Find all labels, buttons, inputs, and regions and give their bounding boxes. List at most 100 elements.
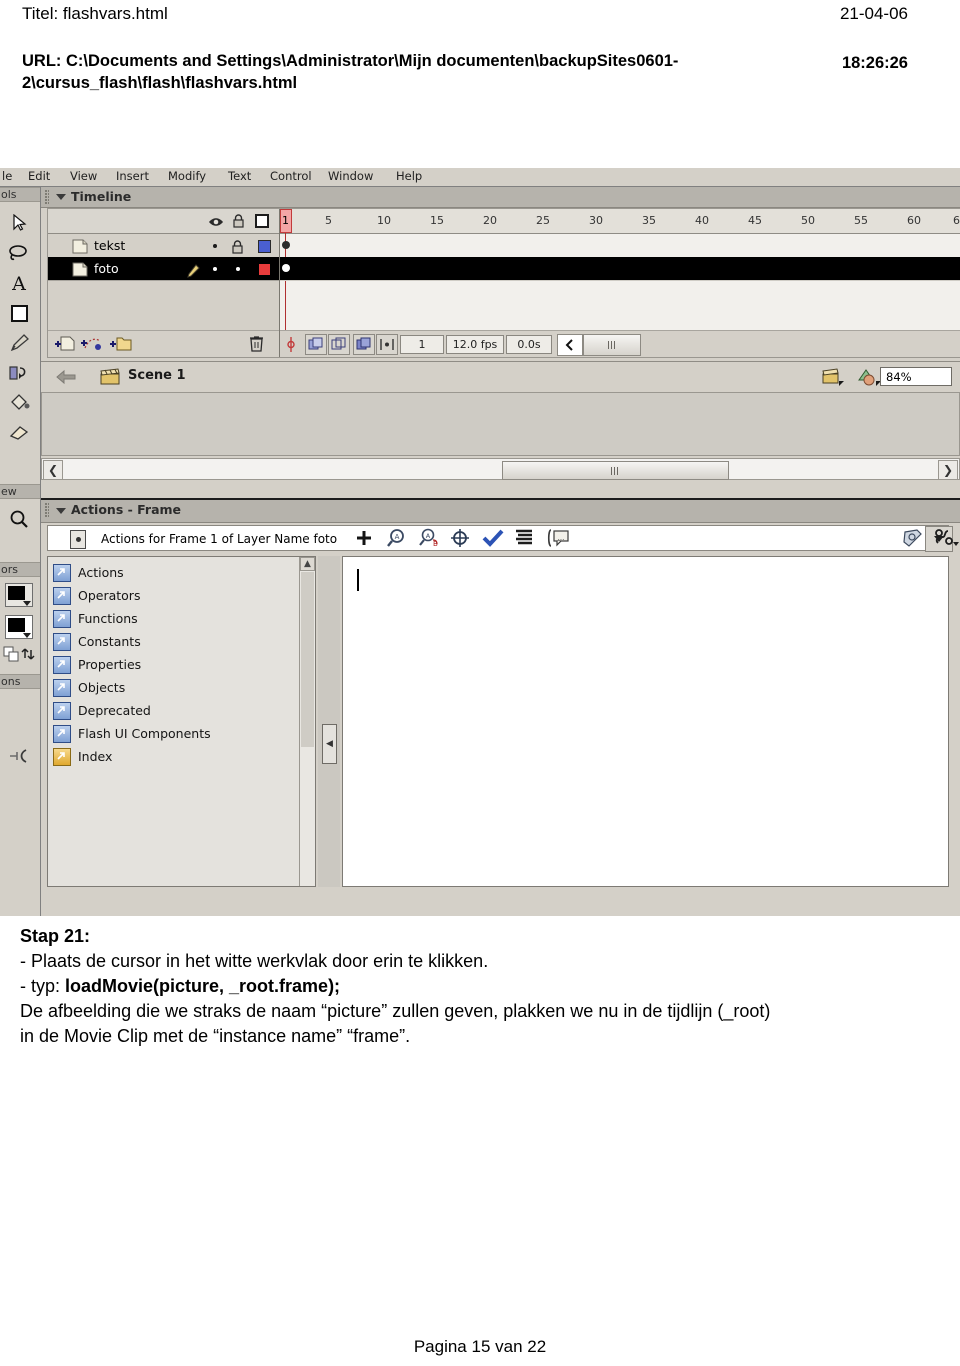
swap-colors-icon[interactable]	[19, 643, 37, 665]
timeline-panel-title-bar[interactable]: Timeline	[41, 187, 960, 208]
edit-multiple-frames-icon[interactable]	[353, 334, 375, 355]
actions-panel-title-bar[interactable]: Actions - Frame	[41, 500, 960, 523]
scroll-left-arrow-icon[interactable]: ❮	[43, 460, 63, 480]
modify-onion-markers-icon[interactable]	[376, 334, 398, 355]
fill-color-swatch[interactable]	[5, 615, 33, 639]
check-syntax-icon[interactable]	[482, 528, 504, 552]
center-frame-icon[interactable]	[285, 336, 297, 357]
layer-lock-dot[interactable]	[236, 267, 240, 271]
ink-bottle-tool[interactable]	[4, 359, 34, 387]
panel-grip-icon[interactable]	[45, 190, 49, 204]
add-motion-guide-icon[interactable]	[81, 335, 103, 356]
lock-icon[interactable]	[232, 213, 245, 232]
scene-label[interactable]: Scene 1	[128, 368, 186, 383]
hscroll-thumb[interactable]	[502, 461, 729, 480]
fps-field[interactable]: 12.0 fps	[446, 335, 504, 354]
tree-item-constants[interactable]: Constants	[50, 630, 298, 653]
layer-outline-color-foto[interactable]	[258, 263, 271, 276]
menu-item-insert[interactable]: Insert	[116, 169, 149, 183]
text-tool[interactable]: A	[4, 269, 34, 297]
tree-item-flash-ui-components[interactable]: Flash UI Components	[50, 722, 298, 745]
outline-icon[interactable]	[255, 213, 269, 232]
tree-item-deprecated[interactable]: Deprecated	[50, 699, 298, 722]
arrow-tool[interactable]	[4, 209, 34, 237]
frame-ruler[interactable]: 1 5 10 15 20 25 30 35 40 45 50 55 60 65	[280, 209, 960, 234]
lasso-tool[interactable]	[4, 239, 34, 267]
eye-icon[interactable]	[208, 213, 224, 232]
timeline-scroll-thumb[interactable]	[583, 334, 641, 356]
edit-scene-icon[interactable]	[821, 368, 845, 391]
menu-item-text[interactable]: Text	[228, 169, 251, 183]
layer-row-tekst[interactable]: tekst	[48, 234, 279, 258]
frame-row-foto[interactable]	[280, 257, 960, 281]
instruction-line-3: De afbeelding die we straks de naam “pic…	[20, 1001, 771, 1021]
brush-tool[interactable]	[4, 329, 34, 357]
panel-splitter[interactable]: ◀	[318, 556, 340, 887]
current-frame-field[interactable]: 1	[400, 335, 444, 354]
scroll-left-button[interactable]	[557, 334, 583, 356]
add-statement-icon[interactable]	[354, 528, 374, 552]
insert-layer-icon[interactable]	[55, 335, 75, 356]
auto-format-icon[interactable]	[514, 528, 534, 552]
reference-icon[interactable]	[902, 528, 924, 552]
chevron-down-icon[interactable]	[56, 194, 66, 200]
zoom-level-field[interactable]: 84%	[880, 367, 952, 386]
folder-arrow-icon	[53, 610, 71, 628]
tools-panel-title: ols	[0, 187, 40, 202]
zoom-tool[interactable]	[4, 505, 34, 533]
document-title: Titel: flashvars.html	[22, 4, 168, 23]
layer-outline-color-tekst[interactable]	[258, 240, 271, 253]
onion-skin-icon[interactable]	[305, 334, 327, 355]
onion-skin-outlines-icon[interactable]	[328, 334, 350, 355]
menu-item-modify[interactable]: Modify	[168, 169, 206, 183]
toolbox-vertical-scrollbar[interactable]: ▲	[299, 557, 315, 886]
tree-item-actions[interactable]: Actions	[50, 561, 298, 584]
stroke-color-swatch[interactable]	[5, 583, 33, 607]
stage-horizontal-scrollbar[interactable]: ❮ ❯	[41, 458, 960, 480]
tree-item-properties[interactable]: Properties	[50, 653, 298, 676]
folder-arrow-icon	[53, 702, 71, 720]
menu-item-control[interactable]: Control	[270, 169, 312, 183]
find-icon[interactable]: A	[386, 528, 408, 552]
actions-toolbar: A AB ...	[342, 526, 959, 554]
find-replace-icon[interactable]: AB	[418, 528, 442, 552]
smooth-option-icon[interactable]	[4, 742, 34, 770]
scroll-up-arrow-icon[interactable]: ▲	[300, 557, 315, 571]
actionscript-editor[interactable]	[342, 556, 949, 887]
insert-layer-folder-icon[interactable]	[110, 335, 132, 356]
view-options-icon[interactable]	[934, 528, 960, 552]
layer-visibility-dot[interactable]	[213, 244, 217, 248]
tree-item-functions[interactable]: Functions	[50, 607, 298, 630]
menu-item-window[interactable]: Window	[328, 169, 373, 183]
collapse-panel-button[interactable]: ◀	[322, 724, 337, 764]
scroll-right-arrow-icon[interactable]: ❯	[938, 460, 958, 480]
menu-item-help[interactable]: Help	[396, 169, 422, 183]
layer-row-foto[interactable]: foto	[48, 257, 279, 281]
actions-toolbox-tree[interactable]: Actions Operators Functions Constants Pr…	[47, 556, 316, 887]
menu-item-edit[interactable]: Edit	[28, 169, 50, 183]
eraser-tool[interactable]	[4, 419, 34, 447]
tree-item-operators[interactable]: Operators	[50, 584, 298, 607]
delete-layer-icon[interactable]	[249, 335, 264, 356]
insert-target-path-icon[interactable]	[450, 528, 470, 552]
keyframe-marker[interactable]	[282, 264, 290, 272]
back-arrow-icon[interactable]	[55, 369, 77, 389]
menu-item-view[interactable]: View	[70, 169, 97, 183]
keyframe-marker[interactable]	[282, 241, 290, 249]
rectangle-tool[interactable]	[4, 299, 34, 327]
edit-symbol-icon[interactable]	[856, 368, 882, 391]
chevron-down-icon[interactable]	[56, 508, 66, 514]
default-colors-icon[interactable]	[2, 643, 20, 665]
paint-bucket-tool[interactable]	[4, 389, 34, 417]
instruction-line-2: - typ: loadMovie(picture, _root.frame);	[20, 974, 940, 999]
stage-canvas[interactable]	[41, 392, 960, 456]
menu-item-file[interactable]: le	[2, 169, 12, 183]
show-code-hint-icon[interactable]: ...	[546, 528, 570, 552]
vscroll-thumb[interactable]	[301, 572, 314, 747]
tree-item-index[interactable]: Index	[50, 745, 298, 768]
layer-visibility-dot[interactable]	[213, 267, 217, 271]
panel-grip-icon[interactable]	[45, 503, 49, 517]
tree-item-objects[interactable]: Objects	[50, 676, 298, 699]
frame-row-tekst[interactable]	[280, 234, 960, 258]
text-cursor	[357, 569, 359, 591]
